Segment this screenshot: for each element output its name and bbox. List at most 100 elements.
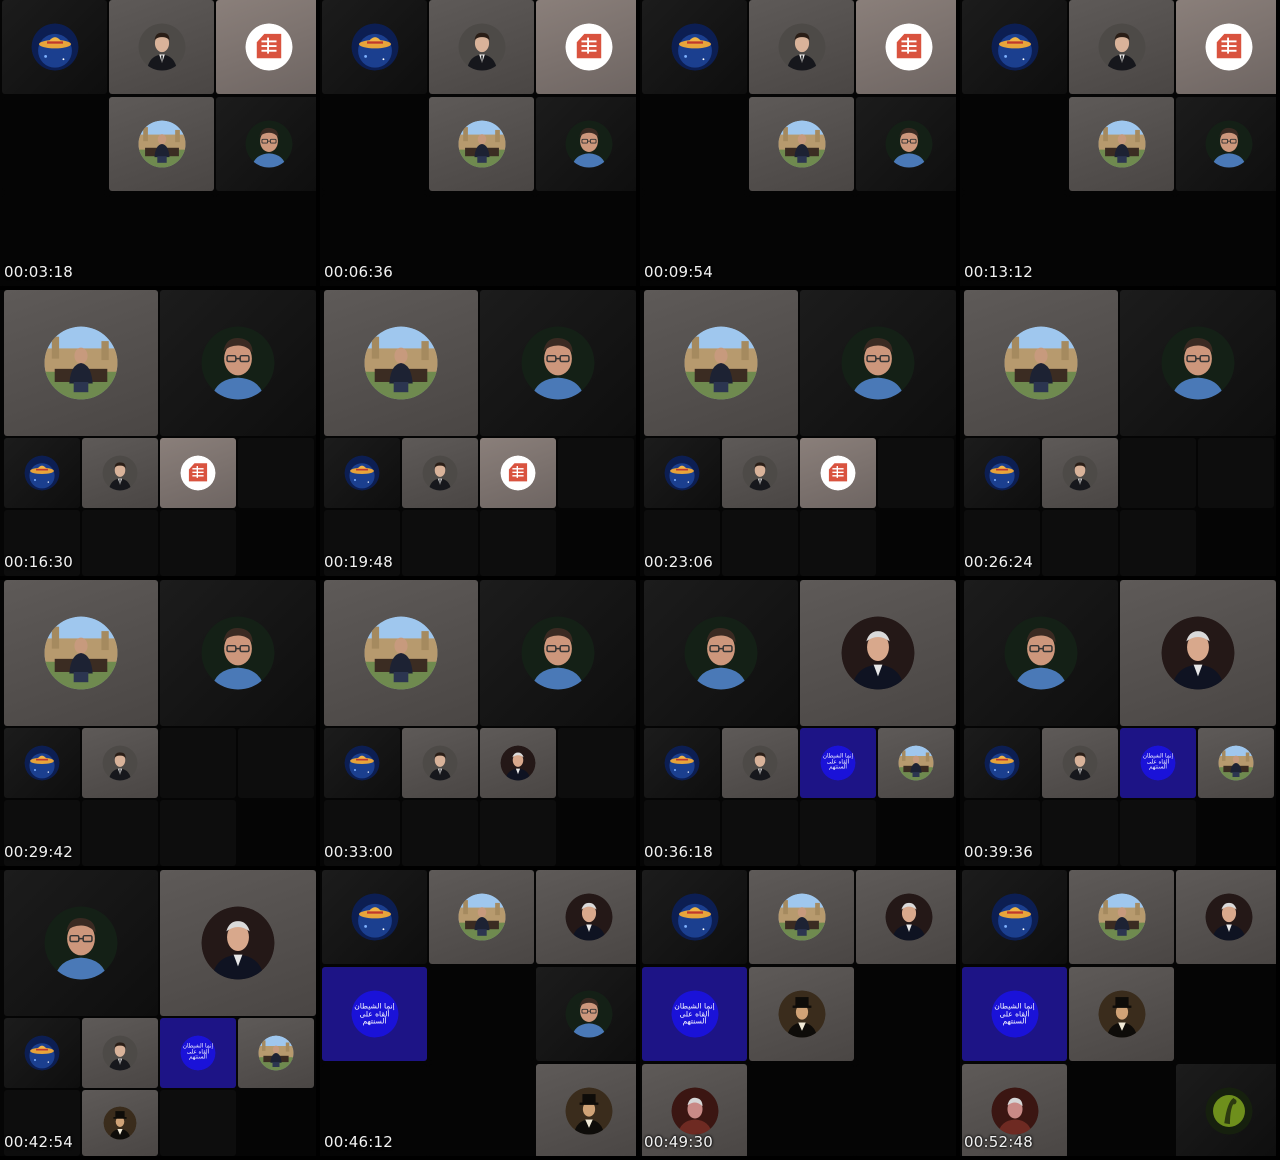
participant-tile-large[interactable] — [1120, 290, 1276, 436]
participant-tile[interactable] — [749, 870, 854, 964]
participant-tile[interactable]: إنما الشيطان ألقاه على ألسنتهم — [322, 967, 427, 1061]
participant-tile-small[interactable] — [644, 438, 720, 508]
participant-tile[interactable]: إنما الشيطان ألقاه على ألسنتهم — [962, 967, 1067, 1061]
participant-tile[interactable] — [749, 97, 854, 191]
participant-tile[interactable] — [429, 0, 534, 94]
participant-tile[interactable] — [536, 967, 636, 1061]
participant-tile-small[interactable] — [722, 728, 798, 798]
participant-tile[interactable] — [109, 97, 214, 191]
participant-tile-large[interactable] — [4, 580, 158, 726]
participant-tile-large[interactable] — [1120, 580, 1276, 726]
participant-tile-small[interactable] — [480, 438, 556, 508]
video-thumbnail[interactable]: 00:29:42 — [0, 580, 316, 866]
participant-tile-large[interactable] — [4, 290, 158, 436]
participant-tile-small[interactable] — [82, 438, 158, 508]
video-thumbnail[interactable]: إنما الشيطان ألقاه على ألسنتهم 00:39:36 — [960, 580, 1276, 866]
participant-tile[interactable] — [216, 0, 316, 94]
participant-tile-large[interactable] — [480, 580, 636, 726]
video-thumbnail[interactable]: إنما الشيطان ألقاه على ألسنتهم 00:52:48 — [960, 870, 1276, 1156]
video-thumbnail[interactable]: 00:16:30 — [0, 290, 316, 576]
participant-tile-small[interactable] — [644, 728, 720, 798]
participant-tile[interactable] — [749, 967, 854, 1061]
video-thumbnail[interactable]: إنما الشيطان ألقاه على ألسنتهم 00:42:54 — [0, 870, 316, 1156]
participant-tile-large[interactable] — [480, 290, 636, 436]
video-thumbnail[interactable]: 00:23:06 — [640, 290, 956, 576]
participant-tile-small[interactable] — [82, 728, 158, 798]
participant-tile-small[interactable] — [1198, 728, 1274, 798]
participant-tile-large[interactable] — [800, 290, 956, 436]
participant-tile[interactable] — [856, 0, 956, 94]
participant-tile-small[interactable] — [402, 438, 478, 508]
video-thumbnail[interactable]: 00:26:24 — [960, 290, 1276, 576]
participant-tile[interactable] — [856, 97, 956, 191]
participant-tile[interactable] — [536, 870, 636, 964]
participant-tile-large[interactable] — [324, 580, 478, 726]
participant-tile[interactable] — [1176, 97, 1276, 191]
participant-tile-large[interactable] — [964, 290, 1118, 436]
participant-tile[interactable] — [642, 870, 747, 964]
video-thumbnail[interactable]: إنما الشيطان ألقاه على ألسنتهم 00:36:18 — [640, 580, 956, 866]
participant-tile-small[interactable] — [4, 1018, 80, 1088]
participant-tile-large[interactable] — [644, 290, 798, 436]
participant-tile[interactable] — [1069, 870, 1174, 964]
participant-tile-small[interactable] — [1042, 438, 1118, 508]
participant-tile-large[interactable] — [800, 580, 956, 726]
participant-tile[interactable] — [1176, 870, 1276, 964]
video-thumbnail[interactable]: 00:13:12 — [960, 0, 1276, 286]
participant-tile-small[interactable] — [160, 438, 236, 508]
participant-tile[interactable] — [536, 97, 636, 191]
participant-tile-small[interactable]: إنما الشيطان ألقاه على ألسنتهم — [160, 1018, 236, 1088]
participant-tile[interactable] — [856, 870, 956, 964]
participant-tile-small[interactable] — [480, 728, 556, 798]
participant-tile-small[interactable] — [1042, 728, 1118, 798]
participant-tile-large[interactable] — [964, 580, 1118, 726]
participant-tile-small[interactable] — [878, 728, 954, 798]
video-thumbnail[interactable]: 00:19:48 — [320, 290, 636, 576]
participant-tile[interactable] — [2, 0, 107, 94]
participant-tile-small[interactable] — [238, 1018, 314, 1088]
participant-tile-small[interactable] — [324, 728, 400, 798]
participant-tile-small[interactable] — [4, 728, 80, 798]
participant-tile-small[interactable]: إنما الشيطان ألقاه على ألسنتهم — [800, 728, 876, 798]
video-thumbnail[interactable]: 00:33:00 — [320, 580, 636, 866]
participant-tile-small[interactable] — [82, 1018, 158, 1088]
participant-tile[interactable] — [1069, 967, 1174, 1061]
participant-tile-small[interactable] — [402, 728, 478, 798]
participant-tile[interactable]: إنما الشيطان ألقاه على ألسنتهم — [642, 967, 747, 1061]
participant-tile[interactable] — [322, 870, 427, 964]
participant-tile[interactable] — [749, 0, 854, 94]
video-thumbnail[interactable]: إنما الشيطان ألقاه على ألسنتهم 00:49:30 — [640, 870, 956, 1156]
participant-tile[interactable] — [109, 0, 214, 94]
participant-tile[interactable] — [536, 0, 636, 94]
participant-tile[interactable] — [1176, 0, 1276, 94]
video-thumbnail[interactable]: إنما الشيطان ألقاه على ألسنتهم 00:46:12 — [320, 870, 636, 1156]
participant-tile-small[interactable] — [324, 438, 400, 508]
participant-tile-small[interactable] — [964, 438, 1040, 508]
participant-tile-small[interactable] — [964, 728, 1040, 798]
participant-tile[interactable] — [642, 0, 747, 94]
participant-tile-small[interactable] — [722, 438, 798, 508]
video-thumbnail[interactable]: 00:03:18 — [0, 0, 316, 286]
participant-tile[interactable] — [962, 870, 1067, 964]
participant-tile-small[interactable]: إنما الشيطان ألقاه على ألسنتهم — [1120, 728, 1196, 798]
video-thumbnail[interactable]: 00:09:54 — [640, 0, 956, 286]
video-thumbnail[interactable]: 00:06:36 — [320, 0, 636, 286]
participant-tile-small[interactable] — [4, 438, 80, 508]
participant-tile[interactable] — [1069, 97, 1174, 191]
participant-tile-large[interactable] — [160, 290, 316, 436]
participant-tile[interactable] — [1069, 0, 1174, 94]
participant-tile-large[interactable] — [644, 580, 798, 726]
participant-tile[interactable] — [322, 0, 427, 94]
participant-tile[interactable] — [429, 870, 534, 964]
participant-tile[interactable] — [962, 0, 1067, 94]
participant-tile-large[interactable] — [160, 580, 316, 726]
participant-tile[interactable] — [216, 97, 316, 191]
participant-tile[interactable] — [1176, 1064, 1276, 1156]
participant-tile[interactable] — [429, 97, 534, 191]
participant-tile-small[interactable] — [800, 438, 876, 508]
participant-tile-large[interactable] — [324, 290, 478, 436]
participant-tile[interactable] — [536, 1064, 636, 1156]
participant-tile-large[interactable] — [4, 870, 158, 1016]
participant-tile-large[interactable] — [160, 870, 316, 1016]
participant-tile-small[interactable] — [82, 1090, 158, 1156]
